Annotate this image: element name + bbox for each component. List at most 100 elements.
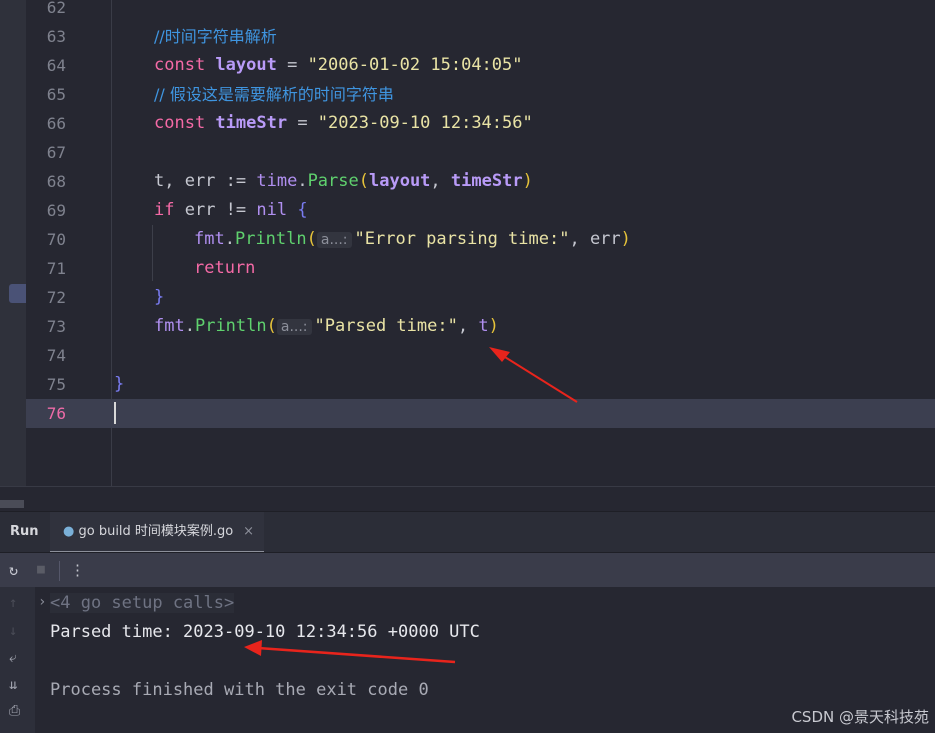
code-text: fmt.Println(a...: "Error parsing time:", … <box>194 225 631 255</box>
project-panel-strip <box>0 0 26 510</box>
console-side-toolbar: ↑ ↓ ⤶ ⇊ ⎙ <box>0 587 35 733</box>
code-token: // 假设这是需要解析的时间字符串 <box>154 85 394 104</box>
line-number: 63 <box>46 27 66 46</box>
code-text: } <box>154 283 164 312</box>
code-line[interactable]: 66 const timeStr = "2023-09-10 12:34:56" <box>26 109 935 138</box>
code-text: } <box>114 370 124 399</box>
soft-wrap-icon[interactable]: ⤶ <box>9 650 17 666</box>
process-finished-line: Process finished with the exit code 0 <box>50 680 429 700</box>
line-number: 62 <box>46 0 66 17</box>
line-number: 73 <box>46 317 66 336</box>
code-token: "2006-01-02 15:04:05" <box>307 55 523 75</box>
parameter-hint: a...: <box>316 232 352 248</box>
line-number: 67 <box>46 143 66 162</box>
code-token: timeStr <box>450 171 523 191</box>
gopher-icon: ● <box>63 524 75 539</box>
code-token: . <box>224 229 235 249</box>
close-tab-icon[interactable]: × <box>243 512 254 552</box>
code-token: if <box>154 200 185 220</box>
code-line[interactable]: 65 // 假设这是需要解析的时间字符串 <box>26 80 935 109</box>
code-token: layout <box>215 55 277 75</box>
code-text: // 假设这是需要解析的时间字符串 <box>154 80 394 110</box>
setup-calls-folded[interactable]: <4 go setup calls> <box>50 593 235 613</box>
parameter-hint: a...: <box>276 319 312 335</box>
code-text <box>114 399 116 428</box>
line-number: 72 <box>46 288 66 307</box>
line-number: 69 <box>46 201 66 220</box>
code-line[interactable]: 69 if err != nil { <box>26 196 935 225</box>
bookmark-marker <box>9 284 26 303</box>
code-line[interactable]: 72} <box>26 283 935 312</box>
code-token: return <box>194 258 256 278</box>
horizontal-scrollbar[interactable] <box>0 486 935 510</box>
watermark: CSDN @景天科技苑 <box>791 708 929 726</box>
line-number: 66 <box>46 114 66 133</box>
code-token: ( <box>306 229 317 249</box>
print-icon[interactable]: ⎙ <box>9 703 20 719</box>
line-number: 64 <box>46 56 66 75</box>
code-token: Println <box>234 229 307 249</box>
code-token: } <box>114 374 125 394</box>
indent-guide <box>152 225 153 281</box>
run-panel-title: Run <box>10 524 39 539</box>
down-arrow-icon[interactable]: ↓ <box>9 623 17 639</box>
code-line[interactable]: 73 fmt.Println(a...: "Parsed time:", t) <box>26 312 935 341</box>
stop-icon[interactable]: ■ <box>37 562 45 577</box>
code-line[interactable]: 71 return <box>26 254 935 283</box>
up-arrow-icon[interactable]: ↑ <box>9 595 17 611</box>
line-number: 70 <box>46 230 66 249</box>
code-line[interactable]: 68 t, err := time.Parse(layout, timeStr) <box>26 167 935 196</box>
code-text: return <box>194 254 255 283</box>
code-token: = <box>276 55 308 75</box>
scroll-to-end-icon[interactable]: ⇊ <box>9 677 17 693</box>
code-text: //时间字符串解析 <box>154 22 277 52</box>
line-number: 74 <box>46 346 66 365</box>
code-token: layout <box>369 171 431 191</box>
code-text: fmt.Println(a...: "Parsed time:", t) <box>154 312 499 342</box>
code-line[interactable]: 70 fmt.Println(a...: "Error parsing time:"… <box>26 225 935 254</box>
code-line[interactable]: 67 <box>26 138 935 167</box>
code-token: { <box>297 200 308 220</box>
code-line[interactable]: 74 <box>26 341 935 370</box>
code-token: Println <box>194 316 267 336</box>
rerun-icon[interactable]: ↻ <box>9 561 18 579</box>
code-token: timeStr <box>215 113 288 133</box>
code-token: = <box>287 113 318 133</box>
run-toolbar: ↻ ■ ⋮ <box>0 552 935 587</box>
code-token: time <box>256 171 298 191</box>
line-number: 68 <box>46 172 66 191</box>
code-token: ) <box>488 316 499 336</box>
code-token: const <box>154 55 216 75</box>
code-token: ) <box>620 229 631 249</box>
code-line[interactable]: 75} <box>26 370 935 399</box>
code-token: t <box>478 316 489 336</box>
code-token: "Error parsing time:" <box>354 229 570 249</box>
code-token: } <box>154 287 165 307</box>
code-token: , <box>457 316 479 336</box>
code-token: "Parsed time:" <box>314 316 458 336</box>
code-token: ) <box>522 171 533 191</box>
code-line[interactable]: 63 //时间字符串解析 <box>26 22 935 51</box>
code-token: fmt <box>154 316 185 336</box>
code-line[interactable]: 62 <box>26 0 935 22</box>
code-token: Parse <box>307 171 359 191</box>
more-options-icon[interactable]: ⋮ <box>70 561 85 579</box>
toolbar-divider <box>59 561 60 581</box>
code-token: const <box>154 113 216 133</box>
text-caret <box>114 402 116 424</box>
line-number: 71 <box>46 259 66 278</box>
line-number: 75 <box>46 375 66 394</box>
line-number: 65 <box>46 85 66 104</box>
code-text: const timeStr = "2023-09-10 12:34:56" <box>154 109 533 138</box>
run-tab[interactable]: ● go build 时间模块案例.go × <box>50 512 264 553</box>
output-line: Parsed time: 2023-09-10 12:34:56 +0000 U… <box>50 622 480 642</box>
code-token: nil <box>256 200 298 220</box>
code-text: t, err := time.Parse(layout, timeStr) <box>154 167 533 196</box>
scrollbar-thumb[interactable] <box>0 500 24 508</box>
expand-chevron-icon[interactable]: › <box>38 594 46 610</box>
run-tab-label: go build 时间模块案例.go <box>78 524 234 539</box>
code-line[interactable]: 76 <box>26 399 935 428</box>
code-line[interactable]: 64 const layout = "2006-01-02 15:04:05" <box>26 51 935 80</box>
code-token: ( <box>358 171 369 191</box>
code-editor[interactable]: 62 63 //时间字符串解析 64 const layout = "2006-01-0… <box>0 0 935 510</box>
